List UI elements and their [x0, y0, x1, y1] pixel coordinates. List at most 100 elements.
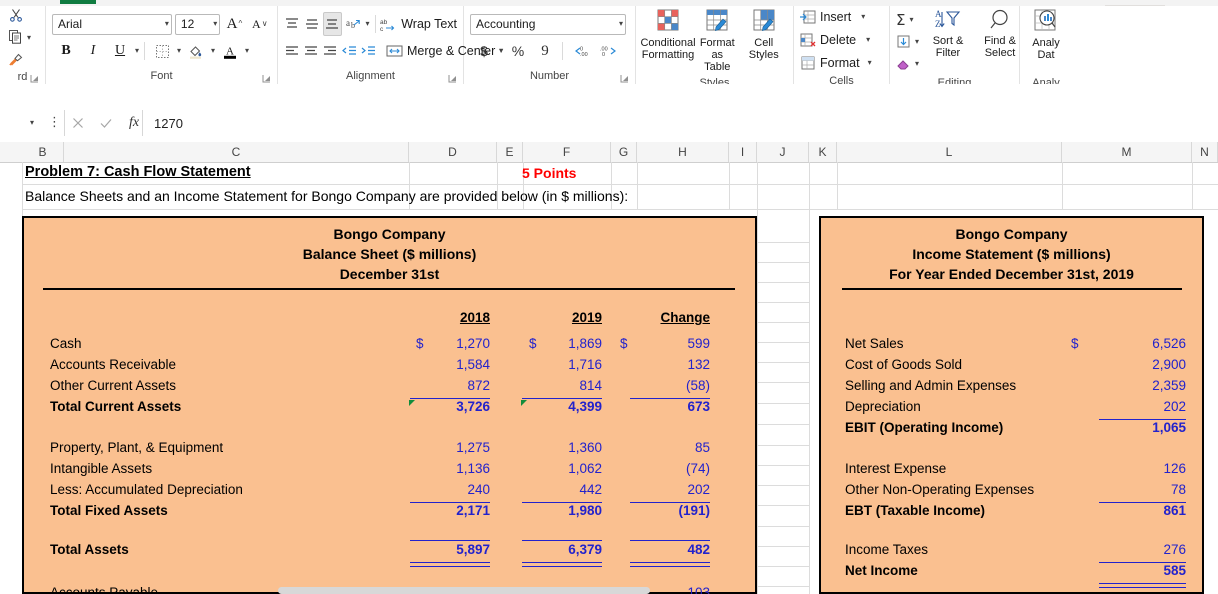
align-right-icon — [322, 44, 338, 58]
insert-chevron[interactable]: ▾ — [861, 13, 865, 21]
orientation-chevron[interactable]: ▾ — [366, 20, 370, 28]
decrease-decimal-button[interactable]: .000 — [597, 40, 623, 62]
number-format-combo[interactable]: Accounting ▾ — [470, 14, 626, 35]
borders-button[interactable] — [150, 40, 174, 62]
delete-cells-button[interactable]: Delete ▾ — [800, 29, 883, 51]
row-value: 126 — [1051, 461, 1186, 476]
align-left-button[interactable] — [284, 40, 300, 62]
column-header-J[interactable]: J — [757, 142, 809, 162]
column-header-G[interactable]: G — [611, 142, 637, 162]
formula-bar-more-options[interactable]: ⋮ — [48, 115, 61, 129]
italic-button[interactable]: I — [81, 40, 105, 62]
number-dialog-launcher[interactable] — [620, 74, 629, 83]
row-value: 1,065 — [1051, 420, 1186, 435]
comma-format-button[interactable]: 9 — [533, 40, 557, 62]
fill-color-button[interactable] — [184, 40, 208, 62]
find-select-button[interactable]: Find & Select — [975, 8, 1025, 76]
sort-filter-button[interactable]: AZ Sort & Filter — [923, 8, 973, 76]
row-label: Accounts Payable — [50, 585, 158, 594]
font-dialog-launcher[interactable] — [262, 74, 271, 83]
analyze-data-button[interactable]: Analy Dat — [1026, 8, 1066, 76]
shrink-font-button[interactable]: A∨ — [249, 13, 271, 35]
intro-text: Balance Sheets and an Income Statement f… — [25, 188, 628, 204]
copy-button[interactable]: ▾ — [8, 28, 31, 48]
align-middle-button[interactable] — [304, 13, 321, 35]
copy-dropdown-chevron[interactable]: ▾ — [27, 34, 31, 42]
increase-indent-button[interactable] — [360, 40, 376, 62]
currency-format-button[interactable]: $ — [472, 40, 496, 62]
cut-button[interactable] — [8, 6, 31, 26]
column-header-M[interactable]: M — [1062, 142, 1192, 162]
income-statement-title-rule — [842, 288, 1182, 290]
font-size-chevron[interactable]: ▾ — [213, 20, 217, 28]
align-center-button[interactable] — [303, 40, 319, 62]
column-header-C[interactable]: C — [64, 142, 409, 162]
align-top-button[interactable] — [284, 13, 301, 35]
name-box-chevron[interactable]: ▾ — [30, 119, 34, 127]
eraser-icon — [896, 57, 911, 71]
currency-chevron[interactable]: ▾ — [499, 47, 503, 55]
formula-input[interactable]: 1270 — [146, 110, 1218, 136]
align-right-button[interactable] — [322, 40, 338, 62]
confirm-edit-button[interactable] — [92, 110, 120, 136]
orientation-button[interactable]: ab — [345, 13, 363, 35]
conditional-formatting-button[interactable]: Conditional Formatting — [642, 8, 694, 76]
conditional-formatting-icon — [654, 8, 682, 34]
sort-filter-icon: AZ — [935, 8, 961, 32]
format-painter-button[interactable] — [8, 50, 31, 70]
column-header-D[interactable]: D — [409, 142, 497, 162]
column-header-L[interactable]: L — [837, 142, 1062, 162]
row-value: 6,526 — [1051, 336, 1186, 351]
bold-button[interactable]: B — [54, 40, 78, 62]
borders-chevron[interactable]: ▾ — [177, 47, 181, 55]
column-header-E[interactable]: E — [497, 142, 523, 162]
delete-chevron[interactable]: ▾ — [866, 36, 870, 44]
font-name-combo[interactable]: Arial ▾ — [52, 14, 172, 35]
column-header-K[interactable]: K — [809, 142, 837, 162]
font-name-chevron[interactable]: ▾ — [165, 20, 169, 28]
increase-decimal-button[interactable]: 0.00 — [568, 40, 594, 62]
clipboard-dialog-launcher[interactable] — [30, 74, 39, 83]
value-change: (58) — [580, 378, 710, 393]
clear-button[interactable]: ▾ — [896, 54, 919, 74]
wrap-text-button[interactable]: abc Wrap Text — [380, 17, 457, 32]
row-value: 861 — [1051, 503, 1186, 518]
fill-color-chevron[interactable]: ▾ — [211, 47, 215, 55]
decrease-indent-button[interactable] — [341, 40, 357, 62]
format-chevron[interactable]: ▾ — [868, 59, 872, 67]
row-label: Total Assets — [50, 542, 129, 557]
column-header-H[interactable]: H — [637, 142, 729, 162]
income-statement-title-3: For Year Ended December 31st, 2019 — [821, 266, 1202, 282]
column-header-I[interactable]: I — [729, 142, 757, 162]
percent-format-button[interactable]: % — [506, 40, 530, 62]
name-box[interactable]: ▾ — [0, 112, 40, 134]
format-as-table-button[interactable]: Format as Table — [694, 8, 741, 76]
sheet-area[interactable]: Problem 7: Cash Flow Statement 5 Points … — [0, 162, 1218, 594]
underline-chevron[interactable]: ▾ — [135, 47, 139, 55]
insert-function-button[interactable]: fx — [120, 110, 148, 136]
insert-cells-button[interactable]: Insert ▾ — [800, 6, 883, 28]
fill-button[interactable]: ▾ — [896, 32, 919, 52]
column-header-F[interactable]: F — [523, 142, 611, 162]
underline-button[interactable]: U — [108, 40, 132, 62]
format-as-table-label-2: Table — [704, 61, 730, 73]
font-color-chevron[interactable]: ▾ — [245, 47, 249, 55]
grow-font-button[interactable]: A^ — [223, 13, 245, 35]
formula-bar: ▾ ⋮ fx 1270 — [0, 84, 1218, 142]
number-format-chevron[interactable]: ▾ — [619, 20, 623, 28]
format-cells-button[interactable]: Format ▾ — [800, 52, 883, 74]
column-header-N[interactable]: N — [1192, 142, 1218, 162]
font-color-button[interactable]: A — [218, 40, 242, 62]
cell-styles-button[interactable]: Cell Styles — [741, 8, 788, 76]
font-size-combo[interactable]: 12 ▾ — [175, 14, 220, 35]
autosum-chevron[interactable]: ▾ — [909, 16, 913, 24]
cancel-edit-button[interactable] — [64, 110, 92, 136]
horizontal-scrollbar-thumb[interactable] — [278, 587, 650, 594]
svg-text:0: 0 — [602, 52, 605, 58]
gridline-h — [757, 282, 809, 283]
column-header-B[interactable]: B — [22, 142, 64, 162]
autosum-button[interactable]: Σ ▾ — [896, 10, 919, 30]
row-label: Cash — [50, 336, 82, 351]
alignment-dialog-launcher[interactable] — [448, 74, 457, 83]
align-bottom-button[interactable] — [323, 12, 342, 36]
